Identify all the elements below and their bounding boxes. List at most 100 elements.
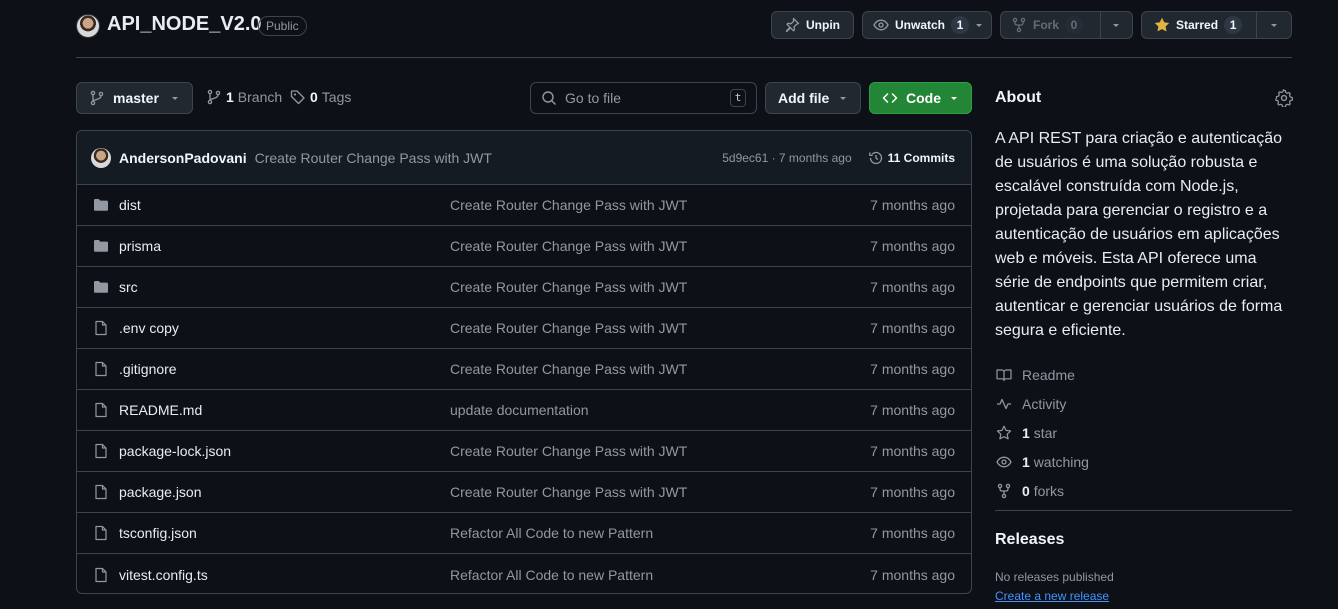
forks-link[interactable]: 0 forks xyxy=(996,476,1089,505)
file-date: 7 months ago xyxy=(870,279,955,295)
chevron-down-icon xyxy=(838,93,848,103)
file-date: 7 months ago xyxy=(870,484,955,500)
create-release-link[interactable]: Create a new release xyxy=(995,589,1109,603)
file-name[interactable]: .gitignore xyxy=(119,361,449,377)
file-commit-message[interactable]: Refactor All Code to new Pattern xyxy=(450,525,653,541)
file-commit-message[interactable]: Create Router Change Pass with JWT xyxy=(450,361,687,377)
go-to-file-search[interactable]: Go to file t xyxy=(530,82,757,114)
file-date: 7 months ago xyxy=(870,402,955,418)
file-row[interactable]: package.json Create Router Change Pass wi… xyxy=(77,472,971,513)
watch-dropdown-icon[interactable] xyxy=(967,12,991,38)
file-name[interactable]: README.md xyxy=(119,402,449,418)
author-avatar[interactable] xyxy=(91,147,111,168)
pulse-icon xyxy=(996,396,1012,412)
file-commit-message[interactable]: Create Router Change Pass with JWT xyxy=(450,484,687,500)
file-name[interactable]: package.json xyxy=(119,484,449,500)
file-commit-message[interactable]: Create Router Change Pass with JWT xyxy=(450,320,687,336)
owner-avatar[interactable] xyxy=(76,14,100,38)
file-commit-message[interactable]: Refactor All Code to new Pattern xyxy=(450,567,653,583)
file-commit-message[interactable]: Create Router Change Pass with JWT xyxy=(450,443,687,459)
file-name[interactable]: prisma xyxy=(119,238,449,254)
file-commit-message[interactable]: Create Router Change Pass with JWT xyxy=(450,197,687,213)
activity-label: Activity xyxy=(1022,395,1067,412)
search-placeholder: Go to file xyxy=(565,90,622,106)
file-row[interactable]: .env copy Create Router Change Pass with … xyxy=(77,308,971,349)
repo-meta-list: Readme Activity 1 star 1 watching 0 fork… xyxy=(996,360,1089,505)
star-dropdown-icon[interactable] xyxy=(1257,12,1291,38)
watching-count: 1 xyxy=(1022,453,1030,470)
no-releases-text: No releases published xyxy=(995,570,1114,584)
gear-icon[interactable] xyxy=(1275,89,1293,107)
file-date: 7 months ago xyxy=(870,566,955,583)
sidebar-divider xyxy=(995,510,1292,511)
file-list: dist Create Router Change Pass with JWT 7 … xyxy=(77,185,971,593)
file-date: 7 months ago xyxy=(870,361,955,377)
file-row[interactable]: prisma Create Router Change Pass with JWT… xyxy=(77,226,971,267)
file-row[interactable]: package-lock.json Create Router Change Pa… xyxy=(77,431,971,472)
activity-link[interactable]: Activity xyxy=(996,389,1089,418)
file-name[interactable]: src xyxy=(119,279,449,295)
chevron-down-icon xyxy=(170,93,180,103)
tags-count: 0 xyxy=(310,89,318,105)
chevron-down-icon xyxy=(949,93,959,103)
file-row[interactable]: vitest.config.ts Refactor All Code to new… xyxy=(77,554,971,593)
unwatch-button[interactable]: Unwatch 1 xyxy=(862,11,992,39)
file-row[interactable]: tsconfig.json Refactor All Code to new Pa… xyxy=(77,513,971,554)
eye-icon xyxy=(996,454,1012,470)
fork-icon xyxy=(1011,17,1027,33)
file-icon xyxy=(93,320,109,336)
watching-label: watching xyxy=(1033,453,1089,470)
file-date: 7 months ago xyxy=(870,238,955,254)
file-commit-message[interactable]: Create Router Change Pass with JWT xyxy=(450,279,687,295)
tag-icon xyxy=(290,89,306,105)
file-name[interactable]: package-lock.json xyxy=(119,443,449,459)
releases-heading[interactable]: Releases xyxy=(995,531,1064,549)
eye-icon xyxy=(873,17,889,33)
file-date: 7 months ago xyxy=(870,197,955,213)
commit-message[interactable]: Create Router Change Pass with JWT xyxy=(255,150,492,166)
file-row[interactable]: src Create Router Change Pass with JWT 7 m… xyxy=(77,267,971,308)
file-commit-message[interactable]: update documentation xyxy=(450,402,589,418)
code-label: Code xyxy=(906,90,941,106)
repo-name[interactable]: API_NODE_V2.0 xyxy=(107,13,262,36)
stars-label: star xyxy=(1033,424,1058,441)
branches-link[interactable]: 1 Branch xyxy=(206,89,282,105)
file-row[interactable]: README.md update documentation 7 months ag… xyxy=(77,390,971,431)
file-name[interactable]: vitest.config.ts xyxy=(119,567,449,583)
file-row[interactable]: dist Create Router Change Pass with JWT 7 … xyxy=(77,185,971,226)
watching-link[interactable]: 1 watching xyxy=(996,447,1089,476)
fork-label: Fork xyxy=(1033,18,1060,32)
branch-select[interactable]: master xyxy=(76,82,193,114)
fork-icon xyxy=(996,483,1012,499)
file-icon xyxy=(93,361,109,377)
unpin-button[interactable]: Unpin xyxy=(771,11,854,39)
fork-button[interactable]: Fork 0 xyxy=(1000,11,1133,39)
star-filled-icon xyxy=(1154,17,1170,33)
commit-meta[interactable]: 5d9ec61 · 7 months ago xyxy=(722,151,851,165)
pin-icon xyxy=(784,17,800,33)
file-commit-message[interactable]: Create Router Change Pass with JWT xyxy=(450,238,687,254)
stars-link[interactable]: 1 star xyxy=(996,418,1089,447)
file-icon xyxy=(93,567,109,583)
add-file-button[interactable]: Add file xyxy=(765,82,861,114)
file-row[interactable]: .gitignore Create Router Change Pass with… xyxy=(77,349,971,390)
file-name[interactable]: .env copy xyxy=(119,320,449,336)
latest-commit-bar: AndersonPadovani Create Router Change Pa… xyxy=(77,131,971,185)
tags-link[interactable]: 0 Tags xyxy=(290,89,351,105)
branch-icon xyxy=(89,90,105,106)
tags-label: Tags xyxy=(321,89,352,105)
file-name[interactable]: tsconfig.json xyxy=(119,525,449,541)
commits-link[interactable]: 11 Commits xyxy=(868,150,955,166)
file-icon xyxy=(93,443,109,459)
commit-author[interactable]: AndersonPadovani xyxy=(119,150,247,166)
unwatch-label: Unwatch xyxy=(895,18,946,32)
starred-button[interactable]: Starred 1 xyxy=(1141,11,1292,39)
code-button[interactable]: Code xyxy=(869,82,972,114)
add-file-label: Add file xyxy=(778,90,830,106)
readme-label: Readme xyxy=(1022,366,1075,383)
file-name[interactable]: dist xyxy=(119,197,449,213)
file-icon xyxy=(93,402,109,418)
fork-dropdown-icon[interactable] xyxy=(1101,12,1131,38)
search-icon xyxy=(541,90,557,106)
readme-link[interactable]: Readme xyxy=(996,360,1089,389)
